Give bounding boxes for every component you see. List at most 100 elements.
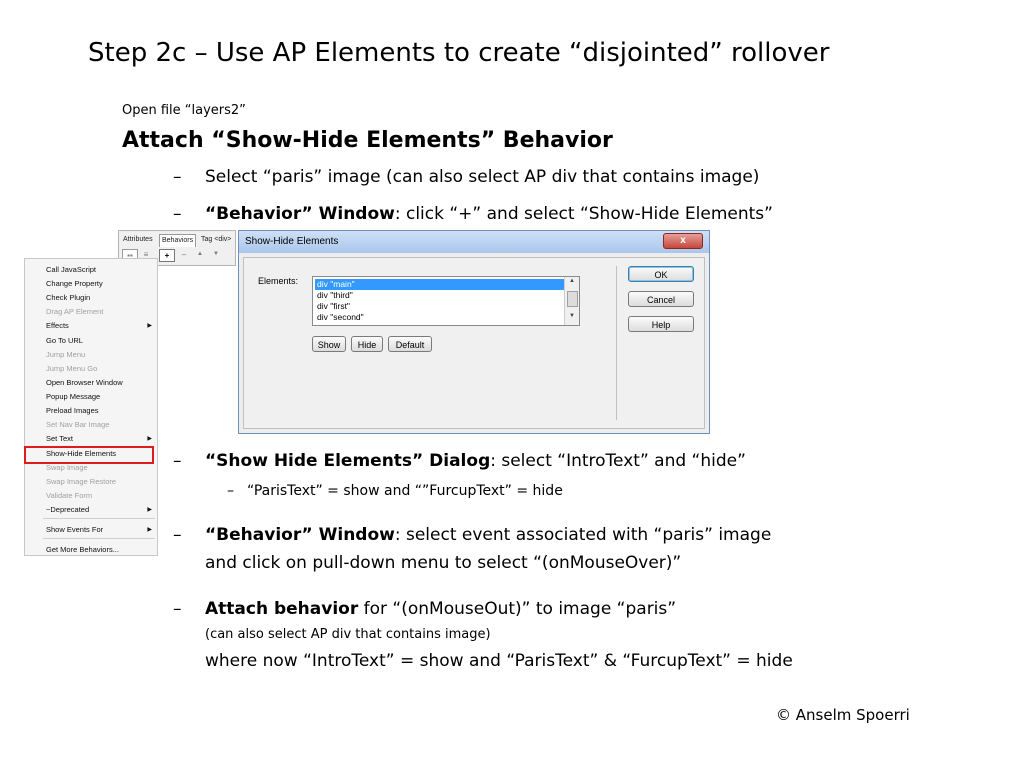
- menu-item[interactable]: Set Nav Bar Image: [46, 419, 156, 431]
- menu-item-label: Set Text: [46, 434, 73, 443]
- slide-title: Step 2c – Use AP Elements to create “dis…: [88, 38, 830, 68]
- menu-item[interactable]: Open Browser Window: [46, 377, 156, 389]
- menu-separator: [43, 538, 155, 539]
- bullet-text: for “(onMouseOut)” to image “paris”: [358, 599, 677, 619]
- dialog-title: Show-Hide Elements: [245, 236, 339, 247]
- list-scrollbar[interactable]: ▲ ▼: [564, 277, 579, 325]
- menu-item[interactable]: Jump Menu: [46, 349, 156, 361]
- menu-item-label: Change Property: [46, 279, 103, 288]
- scroll-down-icon[interactable]: ▼: [565, 313, 579, 319]
- move-down-icon[interactable]: ▼: [209, 249, 223, 260]
- bullet-dash: –: [173, 204, 182, 224]
- menu-item-label: Set Nav Bar Image: [46, 420, 110, 429]
- bullet-attach-behavior: – Attach behavior for “(onMouseOut)” to …: [173, 599, 677, 619]
- menu-item[interactable]: Check Plugin: [46, 292, 156, 304]
- menu-highlight-box: [24, 446, 154, 464]
- menu-item[interactable]: Show Events For ▶: [46, 524, 156, 536]
- menu-item-label: Jump Menu Go: [46, 364, 98, 373]
- list-item[interactable]: div "third": [315, 290, 565, 301]
- list-item[interactable]: div "main": [315, 279, 565, 290]
- submenu-arrow-icon: ▶: [147, 527, 152, 533]
- move-up-icon[interactable]: ▲: [193, 249, 207, 260]
- tab-behaviors[interactable]: Behaviors: [159, 234, 197, 247]
- menu-item-label: Popup Message: [46, 392, 101, 401]
- cancel-button[interactable]: Cancel: [628, 291, 694, 307]
- bullet-behavior-window: – “Behavior” Window: click “+” and selec…: [173, 204, 773, 224]
- menu-item[interactable]: Swap Image Restore: [46, 476, 156, 488]
- default-button[interactable]: Default: [388, 336, 432, 352]
- dialog-body: Elements: div "main" div "third" div "fi…: [243, 257, 705, 429]
- bullet-bold-text: Attach behavior: [205, 599, 359, 619]
- menu-item-label: Call JavaScript: [46, 265, 97, 274]
- bullet-select-image: – Select “paris” image (can also select …: [173, 167, 760, 187]
- list-item[interactable]: div "first": [315, 301, 565, 312]
- menu-item-label: Show Events For: [46, 525, 104, 534]
- menu-item-label: Effects: [46, 321, 69, 330]
- elements-label: Elements:: [258, 276, 299, 286]
- bullet-bold-text: “Behavior” Window: [205, 204, 395, 224]
- list-item[interactable]: div "second": [315, 312, 565, 323]
- hide-button[interactable]: Hide: [351, 336, 383, 352]
- bullet-continuation: where now “IntroText” = show and “ParisT…: [205, 651, 793, 671]
- bullet-bold-text: “Show Hide Elements” Dialog: [205, 451, 491, 471]
- help-button[interactable]: Help: [628, 316, 694, 332]
- copyright-credit: © Anselm Spoerri: [776, 706, 910, 724]
- scroll-up-icon[interactable]: ▲: [565, 278, 579, 284]
- menu-item-label: Drag AP Element: [46, 307, 104, 316]
- menu-item-label: Validate Form: [46, 491, 93, 500]
- menu-item-label: Jump Menu: [46, 350, 86, 359]
- bullet-note: (can also select AP div that contains im…: [205, 627, 491, 642]
- bullet-text: : select event associated with “paris” i…: [394, 525, 772, 545]
- menu-item[interactable]: Jump Menu Go: [46, 363, 156, 375]
- behaviors-menu: Call JavaScript Change Property Check Plug…: [24, 258, 158, 556]
- scroll-thumb[interactable]: [567, 291, 578, 307]
- sub-bullet-paris: – “ParisText” = show and “”FurcupText” =…: [227, 483, 563, 499]
- close-icon: x: [680, 235, 686, 246]
- open-file-note: Open file “layers2”: [122, 103, 246, 118]
- show-button[interactable]: Show: [312, 336, 346, 352]
- bullet-dash: –: [173, 167, 182, 187]
- elements-listbox[interactable]: div "main" div "third" div "first" div "…: [312, 276, 580, 326]
- tab-attributes[interactable]: Attributes: [121, 234, 155, 246]
- show-hide-dialog: Show-Hide Elements x Elements: div "main…: [238, 230, 710, 434]
- bullet-dialog: – “Show Hide Elements” Dialog: select “I…: [173, 451, 746, 471]
- menu-item[interactable]: Drag AP Element: [46, 306, 156, 318]
- bullet-dash: –: [173, 525, 182, 545]
- menu-item[interactable]: Preload Images: [46, 405, 156, 417]
- submenu-arrow-icon: ▶: [147, 323, 152, 329]
- tab-tag[interactable]: Tag <div>: [199, 234, 233, 246]
- menu-item-label: ~Deprecated: [46, 505, 90, 514]
- menu-item-label: Check Plugin: [46, 293, 91, 302]
- dialog-titlebar: Show-Hide Elements x: [239, 231, 709, 253]
- bullet-dash: –: [173, 451, 182, 471]
- bullet-text: : select “IntroText” and “hide”: [490, 451, 746, 471]
- menu-item[interactable]: ~Deprecated ▶: [46, 504, 156, 516]
- menu-item[interactable]: Effects ▶: [46, 320, 156, 332]
- submenu-arrow-icon: ▶: [147, 507, 152, 513]
- menu-item-label: Swap Image Restore: [46, 477, 117, 486]
- remove-behavior-button[interactable]: –: [177, 249, 191, 260]
- menu-item-label: Preload Images: [46, 406, 99, 415]
- menu-item[interactable]: Get More Behaviors...: [46, 544, 156, 556]
- bullet-dash: –: [173, 599, 182, 619]
- menu-item-label: Go To URL: [46, 336, 83, 345]
- section-heading: Attach “Show-Hide Elements” Behavior: [122, 128, 613, 153]
- menu-item[interactable]: Go To URL: [46, 335, 156, 347]
- ok-button[interactable]: OK: [628, 266, 694, 282]
- menu-item-label: Open Browser Window: [46, 378, 123, 387]
- bullet-text: Select “paris” image (can also select AP…: [205, 167, 760, 187]
- close-button[interactable]: x: [663, 233, 703, 249]
- add-behavior-button[interactable]: +: [159, 249, 175, 262]
- bullet-bold-text: “Behavior” Window: [205, 525, 395, 545]
- dialog-divider: [616, 266, 617, 420]
- bullet-dash: –: [227, 483, 234, 499]
- bullet-text: “ParisText” = show and “”FurcupText” = h…: [247, 483, 563, 499]
- menu-item[interactable]: Validate Form: [46, 490, 156, 502]
- menu-item-label: Swap Image: [46, 463, 88, 472]
- menu-separator: [43, 518, 155, 519]
- menu-item[interactable]: Set Text ▶: [46, 433, 156, 445]
- menu-item[interactable]: Popup Message: [46, 391, 156, 403]
- bullet-continuation: and click on pull-down menu to select “(…: [205, 553, 682, 573]
- menu-item[interactable]: Change Property: [46, 278, 156, 290]
- menu-item[interactable]: Call JavaScript: [46, 264, 156, 276]
